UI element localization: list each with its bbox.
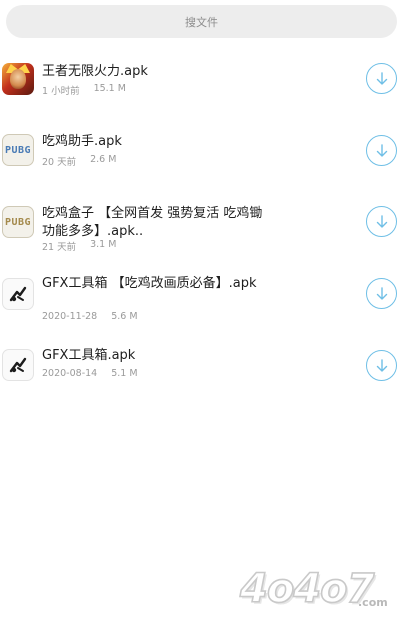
file-name: 王者无限火力.apk xyxy=(42,64,148,79)
file-meta: 1 小时前 15.1 M xyxy=(42,83,126,97)
file-time: 1 小时前 xyxy=(42,86,80,97)
download-button[interactable] xyxy=(366,350,397,381)
gfx-tool-icon xyxy=(2,349,34,381)
file-meta: 21 天前 3.1 M xyxy=(42,239,116,253)
watermark-suffix: .com xyxy=(358,596,388,609)
gfx-tool-icon xyxy=(2,278,34,310)
file-size: 15.1 M xyxy=(93,83,126,94)
file-name: 吃鸡助手.apk xyxy=(42,134,122,149)
file-size: 5.1 M xyxy=(111,368,138,379)
pubg-icon: PUBG xyxy=(2,206,34,238)
download-arrow-icon xyxy=(376,143,387,157)
file-size: 2.6 M xyxy=(90,154,117,165)
file-size: 5.6 M xyxy=(111,311,138,322)
search-bar[interactable]: 搜文件 xyxy=(6,5,397,38)
download-button[interactable] xyxy=(366,135,397,166)
file-name: GFX工具箱.apk xyxy=(42,348,136,363)
file-time: 20 天前 xyxy=(42,157,77,168)
download-arrow-icon xyxy=(376,71,387,85)
pubg-icon: PUBG xyxy=(2,134,34,166)
file-name: GFX工具箱 【吃鸡改画质必备】.apk xyxy=(42,276,257,291)
file-meta: 2020-08-14 5.1 M xyxy=(42,368,138,379)
search-placeholder: 搜文件 xyxy=(185,15,218,29)
download-arrow-icon xyxy=(376,358,387,372)
watermark-logo: 4o4o7 .com xyxy=(239,565,400,618)
download-button[interactable] xyxy=(366,63,397,94)
file-meta: 2020-11-28 5.6 M xyxy=(42,311,138,322)
watermark-text: 4o4o7 xyxy=(239,565,375,613)
game-hero-icon xyxy=(2,63,34,95)
file-meta: 20 天前 2.6 M xyxy=(42,154,116,168)
file-time: 2020-11-28 xyxy=(42,311,98,322)
file-size: 3.1 M xyxy=(90,239,117,250)
file-time: 21 天前 xyxy=(42,242,77,253)
file-name: 吃鸡盒子 【全网首发 强势复活 吃鸡锄 功能多多】.apk.. xyxy=(42,206,263,239)
download-button[interactable] xyxy=(366,278,397,309)
file-time: 2020-08-14 xyxy=(42,368,98,379)
download-button[interactable] xyxy=(366,206,397,237)
download-arrow-icon xyxy=(376,286,387,300)
download-arrow-icon xyxy=(376,214,387,228)
